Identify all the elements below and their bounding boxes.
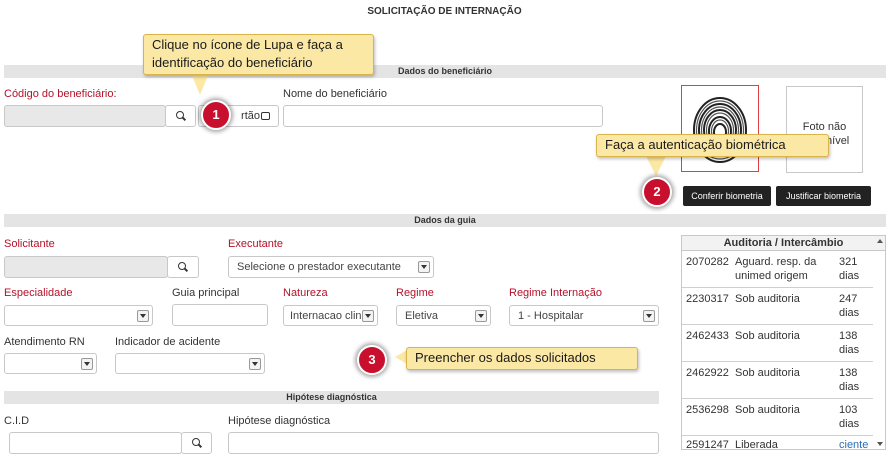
- auditoria-row-id: 2591247: [686, 439, 729, 450]
- page-title: SOLICITAÇÃO DE INTERNAÇÃO: [367, 6, 522, 17]
- step-3-badge: 3: [357, 345, 387, 375]
- natureza-label: Natureza: [283, 287, 328, 299]
- codigo-beneficiario-label: Código do beneficiário:: [4, 88, 117, 100]
- regime-select[interactable]: Eletiva: [396, 305, 491, 326]
- section-header-hipotese: Hipótese diagnóstica: [4, 391, 659, 404]
- step-1-badge: 1: [201, 100, 231, 130]
- regime-internacao-select[interactable]: 1 - Hospitalar: [509, 305, 659, 326]
- callout-1-pointer: [191, 73, 209, 95]
- callout-2-pointer: [646, 156, 666, 176]
- auditoria-row-dias[interactable]: ciente: [839, 438, 868, 449]
- cid-input[interactable]: [9, 432, 182, 454]
- especialidade-label: Especialidade: [4, 287, 73, 299]
- auditoria-row[interactable]: 2591247 Liberada ciente: [682, 436, 873, 450]
- hipotese-diagnostica-input[interactable]: [228, 432, 659, 454]
- conferir-biometria-button[interactable]: Conferir biometria: [683, 186, 771, 206]
- atendimento-rn-label: Atendimento RN: [4, 336, 85, 348]
- fingerprint-icon: [693, 97, 747, 163]
- foto-box: Foto não disponível: [786, 86, 863, 173]
- auditoria-row-dias: 138 dias: [839, 330, 860, 356]
- executante-select-value: Selecione o prestador executante: [237, 261, 401, 273]
- search-icon: [175, 111, 186, 121]
- regime-internacao-label: Regime Internação: [509, 287, 602, 299]
- auditoria-row[interactable]: 2230317 Sob auditoria 247 dias: [682, 288, 873, 325]
- auditoria-row-id: 2462433: [686, 330, 729, 342]
- cid-label: C.I.D: [4, 415, 30, 427]
- cartao-button-label: rtão: [241, 110, 260, 122]
- nome-beneficiario-label: Nome do beneficiário: [283, 88, 387, 100]
- atendimento-rn-select[interactable]: [4, 353, 97, 374]
- chevron-down-icon: [418, 261, 430, 273]
- scroll-up-icon[interactable]: [877, 239, 883, 243]
- search-solicitante-button[interactable]: [167, 256, 199, 278]
- chevron-down-icon: [249, 358, 261, 370]
- auditoria-row-dias: 247 dias: [839, 293, 860, 319]
- auditoria-row-status: Aguard. resp. da unimed origem: [735, 256, 817, 282]
- auditoria-row-dias: 138 dias: [839, 367, 860, 393]
- chevron-down-icon: [362, 310, 374, 322]
- search-icon: [191, 438, 202, 448]
- natureza-select-value: Internacao clin: [290, 310, 362, 322]
- auditoria-row[interactable]: 2536298 Sob auditoria 103 dias: [682, 399, 873, 436]
- especialidade-select[interactable]: [4, 305, 153, 326]
- regime-internacao-select-value: 1 - Hospitalar: [518, 310, 584, 322]
- auditoria-row[interactable]: 2070282 Aguard. resp. da unimed origem 3…: [682, 251, 873, 288]
- indicador-acidente-label: Indicador de acidente: [115, 336, 221, 348]
- chevron-down-icon: [81, 358, 93, 370]
- callout-2: Faça a autenticação biométrica: [596, 134, 829, 157]
- nome-beneficiario-input[interactable]: [283, 105, 603, 127]
- auditoria-row-dias: 321 dias: [839, 256, 860, 282]
- auditoria-title: Auditoria / Intercâmbio: [682, 236, 885, 251]
- chevron-down-icon: [475, 310, 487, 322]
- auditoria-row-status: Sob auditoria: [735, 330, 800, 342]
- justificar-biometria-button[interactable]: Justificar biometria: [776, 186, 871, 206]
- auditoria-row-status: Sob auditoria: [735, 404, 800, 416]
- auditoria-row-id: 2536298: [686, 404, 729, 416]
- callout-1: Clique no ícone de Lupa e faça a identif…: [143, 34, 374, 75]
- natureza-select[interactable]: Internacao clin: [283, 305, 378, 326]
- auditoria-row[interactable]: 2462922 Sob auditoria 138 dias: [682, 362, 873, 399]
- auditoria-row-status: Liberada: [735, 439, 778, 450]
- section-header-guia: Dados da guia: [4, 214, 886, 227]
- scroll-down-icon[interactable]: [877, 442, 883, 446]
- indicador-acidente-select[interactable]: [115, 353, 265, 374]
- auditoria-row[interactable]: 2462433 Sob auditoria 138 dias: [682, 325, 873, 362]
- search-icon: [178, 262, 188, 272]
- step-2-badge: 2: [642, 177, 672, 207]
- card-icon: [261, 112, 270, 120]
- solicitante-label: Solicitante: [4, 238, 55, 250]
- search-beneficiario-button[interactable]: [165, 105, 196, 127]
- fingerprint-box[interactable]: [681, 85, 759, 172]
- auditoria-row-id: 2462922: [686, 367, 729, 379]
- solicitante-input[interactable]: [4, 256, 168, 278]
- regime-label: Regime: [396, 287, 434, 299]
- guia-principal-input[interactable]: [172, 304, 268, 326]
- auditoria-row-status: Sob auditoria: [735, 293, 800, 305]
- hipotese-diagnostica-label: Hipótese diagnóstica: [228, 415, 331, 427]
- callout-3: Preencher os dados solicitados: [406, 347, 638, 370]
- codigo-beneficiario-input[interactable]: [4, 105, 166, 127]
- executante-label: Executante: [228, 238, 284, 250]
- executante-select[interactable]: Selecione o prestador executante: [228, 256, 434, 278]
- chevron-down-icon: [643, 310, 655, 322]
- section-header-beneficiario: Dados do beneficiário: [4, 65, 886, 78]
- auditoria-row-id: 2070282: [686, 256, 729, 268]
- auditoria-panel: Auditoria / Intercâmbio 2070282 Aguard. …: [681, 235, 886, 450]
- auditoria-row-id: 2230317: [686, 293, 729, 305]
- regime-select-value: Eletiva: [405, 310, 439, 322]
- guia-principal-label: Guia principal: [172, 287, 240, 299]
- search-cid-button[interactable]: [181, 432, 212, 454]
- auditoria-row-dias: 103 dias: [839, 404, 860, 430]
- chevron-down-icon: [137, 310, 149, 322]
- auditoria-row-status: Sob auditoria: [735, 367, 800, 379]
